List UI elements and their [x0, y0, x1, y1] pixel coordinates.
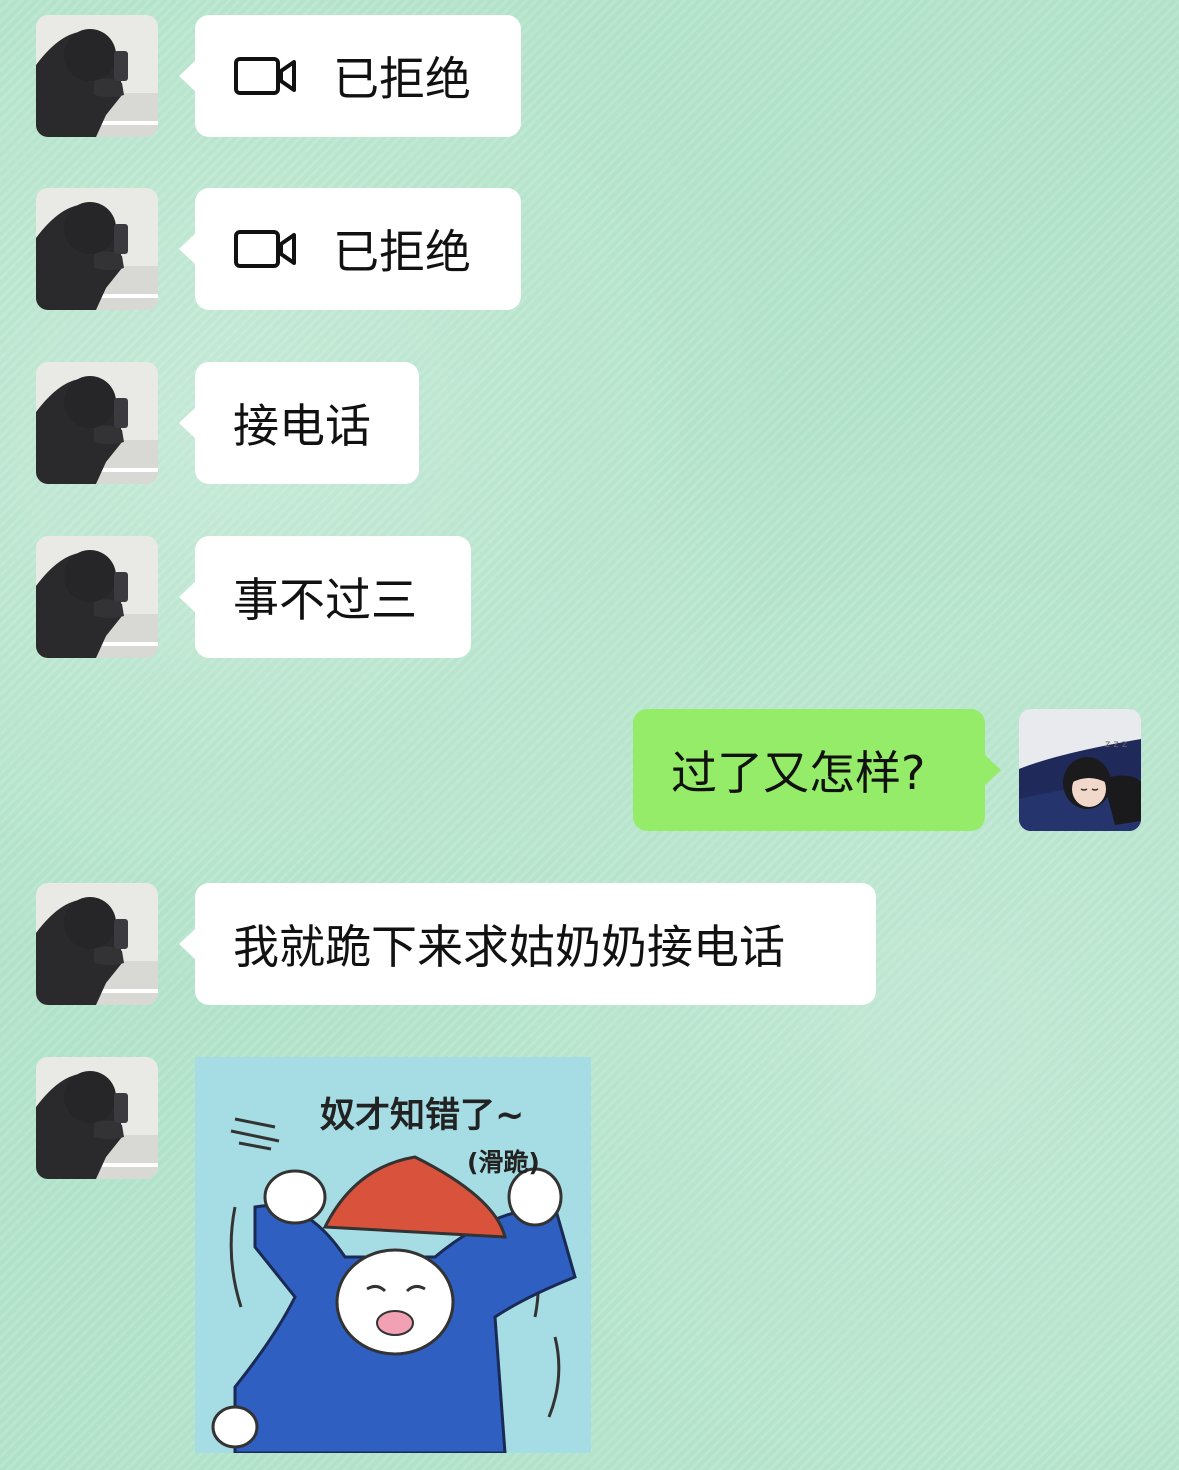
text-bubble[interactable]: 事不过三: [179, 536, 471, 658]
video-call-bubble[interactable]: 已拒绝: [179, 188, 521, 310]
hooded-person-avatar-icon: [36, 1057, 158, 1179]
sticker-image[interactable]: 奴才知错了~ (滑跪): [195, 1057, 591, 1453]
contact-avatar[interactable]: [36, 362, 158, 484]
contact-avatar[interactable]: [36, 1057, 158, 1179]
message-text: 接电话: [233, 399, 371, 453]
text-bubble[interactable]: 过了又怎样?: [633, 709, 1001, 831]
video-call-status: 已拒绝: [333, 52, 471, 106]
text-bubble[interactable]: 我就跪下来求姑奶奶接电话: [179, 883, 876, 1005]
message-text: 我就跪下来求姑奶奶接电话: [233, 920, 785, 974]
video-call-status: 已拒绝: [333, 225, 471, 279]
hooded-person-avatar-icon: [36, 362, 158, 484]
contact-avatar[interactable]: [36, 536, 158, 658]
self-avatar[interactable]: z z z: [1019, 709, 1141, 831]
video-call-bubble[interactable]: 已拒绝: [179, 15, 521, 137]
sleeping-girl-avatar-icon: z z z: [1019, 709, 1141, 831]
contact-avatar[interactable]: [36, 883, 158, 1005]
hooded-person-avatar-icon: [36, 15, 158, 137]
video-camera-icon: [234, 230, 296, 268]
video-camera-icon: [234, 57, 296, 95]
text-bubble[interactable]: 接电话: [179, 362, 419, 484]
svg-text:z z z: z z z: [1105, 739, 1127, 750]
message-text: 事不过三: [233, 573, 417, 627]
sticker-caption-main: 奴才知错了~: [320, 1096, 525, 1136]
contact-avatar[interactable]: [36, 15, 158, 137]
message-text: 过了又怎样?: [671, 746, 926, 800]
hooded-person-avatar-icon: [36, 188, 158, 310]
contact-avatar[interactable]: [36, 188, 158, 310]
hooded-person-avatar-icon: [36, 883, 158, 1005]
sticker-caption-sub: (滑跪): [467, 1148, 540, 1177]
hooded-person-avatar-icon: [36, 536, 158, 658]
